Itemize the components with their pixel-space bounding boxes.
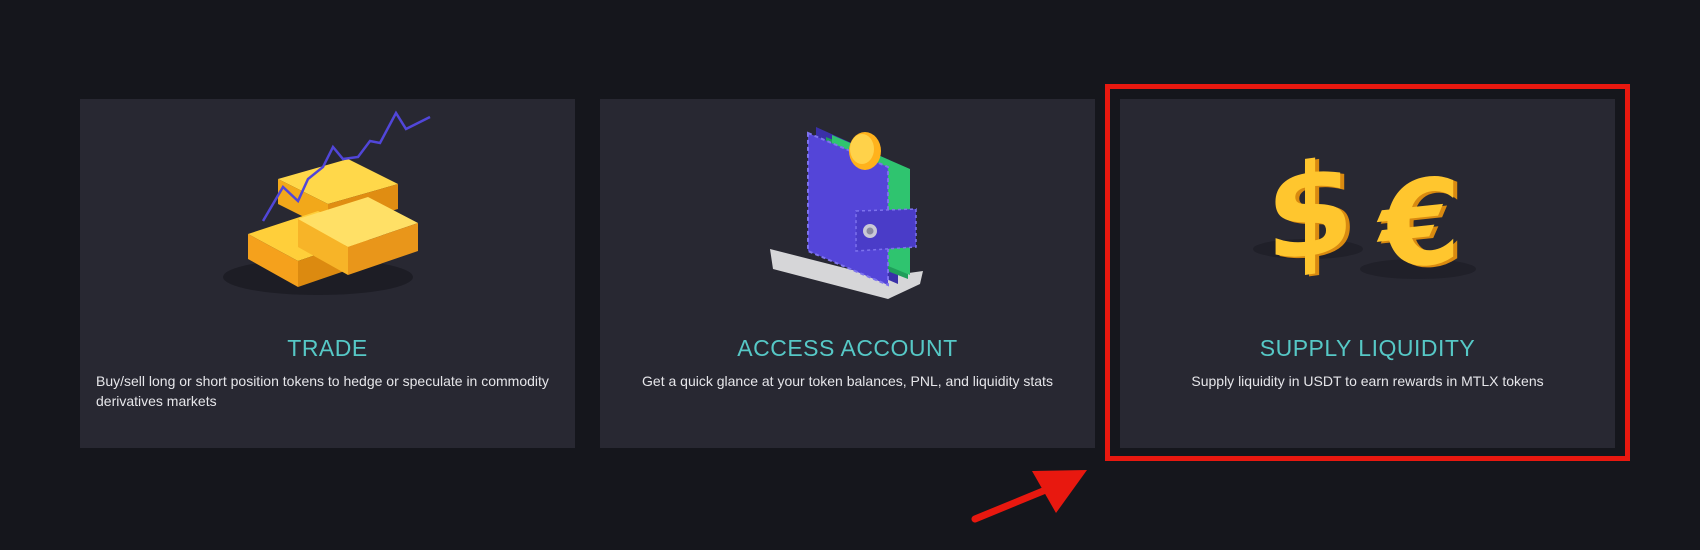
svg-text:$: $ [1265, 132, 1354, 293]
card-access-account[interactable]: ACCESS ACCOUNT Get a quick glance at you… [600, 99, 1095, 448]
gold-bars-chart-icon [80, 99, 575, 324]
svg-text:€: € [1375, 151, 1460, 298]
card-description: Buy/sell long or short position tokens t… [96, 373, 549, 409]
card-trade[interactable]: TRADE Buy/sell long or short position to… [80, 99, 575, 448]
card-title: ACCESS ACCOUNT [737, 335, 958, 361]
dollar-euro-icon: $ $ € € [1120, 99, 1615, 324]
card-supply-liquidity[interactable]: $ $ € € SUPPLY LIQUIDITY Supply liquidit… [1120, 99, 1615, 448]
pointer-arrow-icon [971, 470, 1087, 523]
card-description: Get a quick glance at your token balance… [642, 373, 1053, 389]
wallet-icon [600, 99, 1095, 324]
card-title: TRADE [287, 335, 368, 361]
card-description: Supply liquidity in USDT to earn rewards… [1191, 373, 1544, 389]
card-title: SUPPLY LIQUIDITY [1259, 335, 1476, 361]
